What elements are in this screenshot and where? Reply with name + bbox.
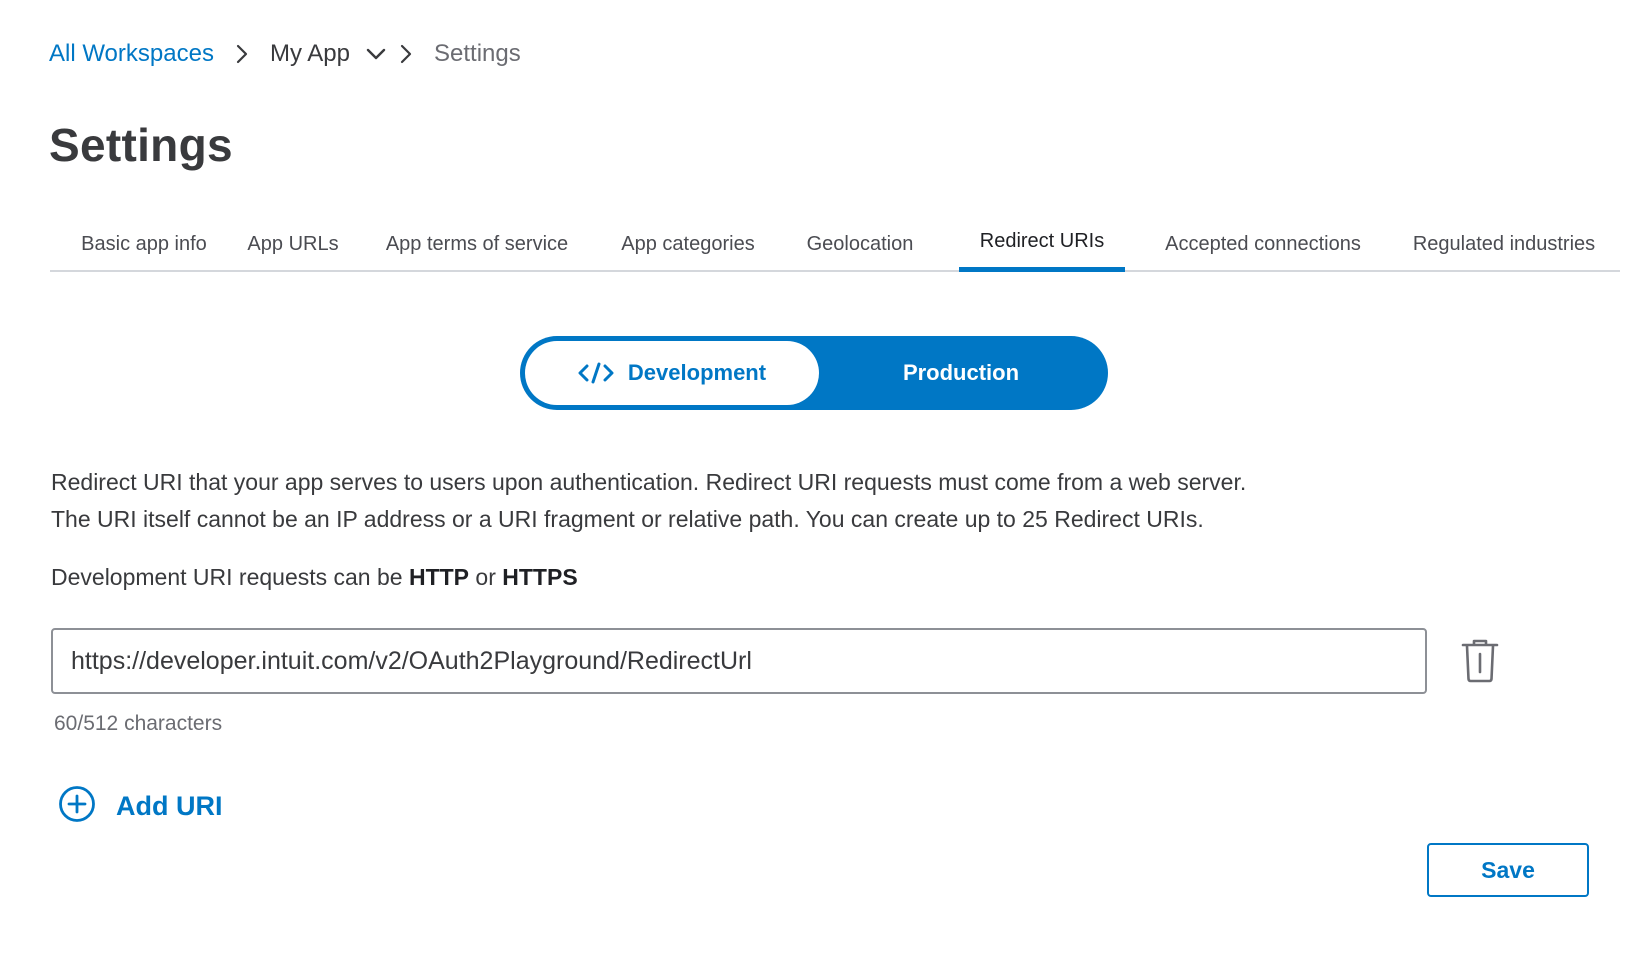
env-development-label: Development: [627, 360, 767, 385]
tab-geolocation[interactable]: Geolocation: [792, 216, 928, 272]
add-uri-label: Add URI: [116, 790, 223, 821]
description-line-2: The URI itself cannot be an IP address o…: [51, 506, 1204, 532]
save-button[interactable]: Save: [1427, 843, 1589, 897]
breadcrumb-app-switcher[interactable]: My App: [269, 40, 386, 68]
protocol-or: or: [475, 564, 496, 590]
tab-app-urls[interactable]: App URLs: [240, 216, 346, 272]
code-icon: [578, 361, 614, 385]
page-title: Settings: [49, 119, 233, 171]
redirect-uri-description: Redirect URI that your app serves to use…: [51, 464, 1551, 538]
tab-accepted-connections[interactable]: Accepted connections: [1148, 216, 1378, 272]
tab-regulated-industries[interactable]: Regulated industries: [1398, 216, 1610, 272]
protocol-http: HTTP: [408, 564, 470, 590]
breadcrumb-app-label: My App: [269, 40, 350, 67]
trash-icon[interactable]: [1460, 638, 1500, 684]
environment-toggle: Development Production: [520, 336, 1108, 410]
char-count: 60/512 characters: [54, 712, 223, 735]
breadcrumb-current: Settings: [434, 40, 521, 67]
breadcrumb: All Workspaces My App Settings: [49, 34, 521, 74]
breadcrumb-all-workspaces[interactable]: All Workspaces: [49, 40, 214, 68]
env-production-button[interactable]: Production: [819, 341, 1103, 405]
protocol-note: Development URI requests can be HTTP or …: [51, 564, 578, 591]
env-development-button[interactable]: Development: [525, 341, 819, 405]
add-uri-button[interactable]: Add URI: [58, 785, 223, 828]
description-line-1: Redirect URI that your app serves to use…: [51, 469, 1247, 495]
chevron-right-icon: [214, 44, 270, 64]
redirect-uri-input[interactable]: [51, 628, 1427, 694]
tab-app-terms-of-service[interactable]: App terms of service: [370, 216, 584, 272]
plus-circle-icon: [58, 785, 96, 828]
settings-tabs: Basic app info App URLs App terms of ser…: [50, 216, 1620, 272]
tab-basic-app-info[interactable]: Basic app info: [64, 216, 224, 272]
protocol-https: HTTPS: [502, 564, 578, 590]
protocol-prefix: Development URI requests can be: [51, 564, 403, 590]
tab-redirect-uris[interactable]: Redirect URIs: [959, 216, 1125, 272]
chevron-right-icon: [378, 44, 434, 64]
tab-app-categories[interactable]: App categories: [608, 216, 768, 272]
